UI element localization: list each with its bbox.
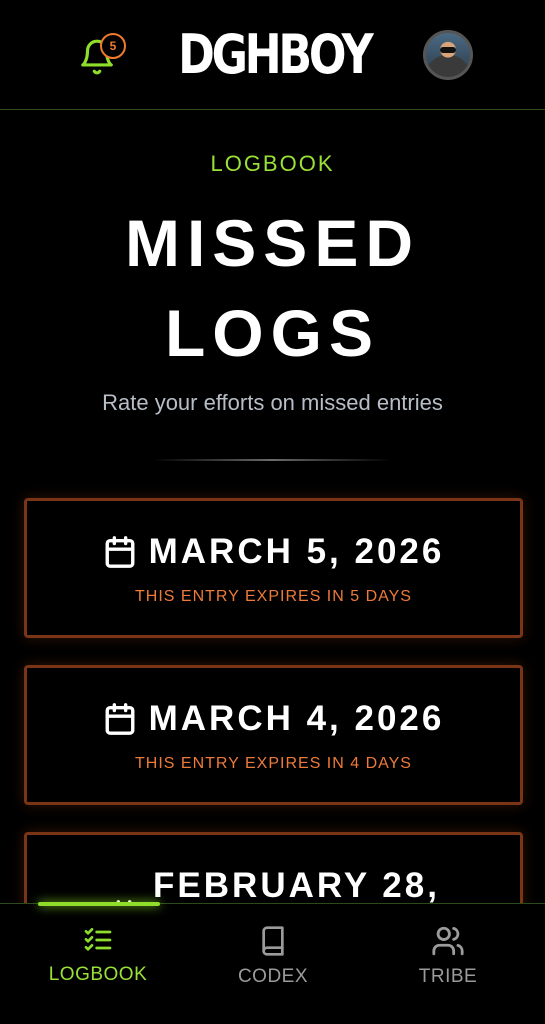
page-eyebrow: LOGBOOK <box>210 151 335 176</box>
active-tab-indicator <box>38 902 160 906</box>
entry-date: FEBRUARY 28, <box>153 866 440 905</box>
entry-expiry: THIS ENTRY EXPIRES IN 5 DAYS <box>135 588 412 605</box>
brand-logo[interactable]: DGHBOY <box>178 27 374 82</box>
entry-date: MARCH 4, 2026 <box>148 699 445 738</box>
calendar-icon <box>105 536 135 568</box>
bottom-navigation: LOGBOOK CODEX TRIBE <box>0 902 545 1024</box>
tab-tribe-label: TRIBE <box>418 966 478 987</box>
user-avatar[interactable] <box>423 29 473 80</box>
users-icon <box>432 926 464 956</box>
notifications-button[interactable]: 5 <box>78 32 126 77</box>
app-screen: 5 DGHBOY LOGBOOK MISSED LOGS Rate your e… <box>0 0 545 1024</box>
page-title: MISSED LOGS <box>0 198 545 378</box>
notification-badge: 5 <box>100 32 126 59</box>
page-title-line-1: MISSED <box>124 206 421 280</box>
tab-logbook[interactable]: LOGBOOK <box>28 924 168 986</box>
calendar-icon <box>105 703 135 735</box>
missed-log-card[interactable]: MARCH 5, 2026 THIS ENTRY EXPIRES IN 5 DA… <box>24 498 523 638</box>
tab-codex[interactable]: CODEX <box>203 924 343 988</box>
section-divider <box>152 459 392 461</box>
missed-log-card[interactable]: MARCH 4, 2026 THIS ENTRY EXPIRES IN 4 DA… <box>24 665 523 805</box>
top-header: 5 DGHBOY <box>0 0 545 110</box>
book-icon <box>262 926 284 956</box>
tab-tribe[interactable]: TRIBE <box>378 924 518 988</box>
checklist-icon <box>84 928 112 951</box>
entry-date: MARCH 5, 2026 <box>148 532 445 571</box>
tab-logbook-label: LOGBOOK <box>48 964 148 985</box>
page-subtitle: Rate your efforts on missed entries <box>102 390 443 415</box>
tab-codex-label: CODEX <box>237 966 309 987</box>
entry-expiry: THIS ENTRY EXPIRES IN 4 DAYS <box>135 755 412 772</box>
page-title-line-2: LOGS <box>164 296 380 370</box>
